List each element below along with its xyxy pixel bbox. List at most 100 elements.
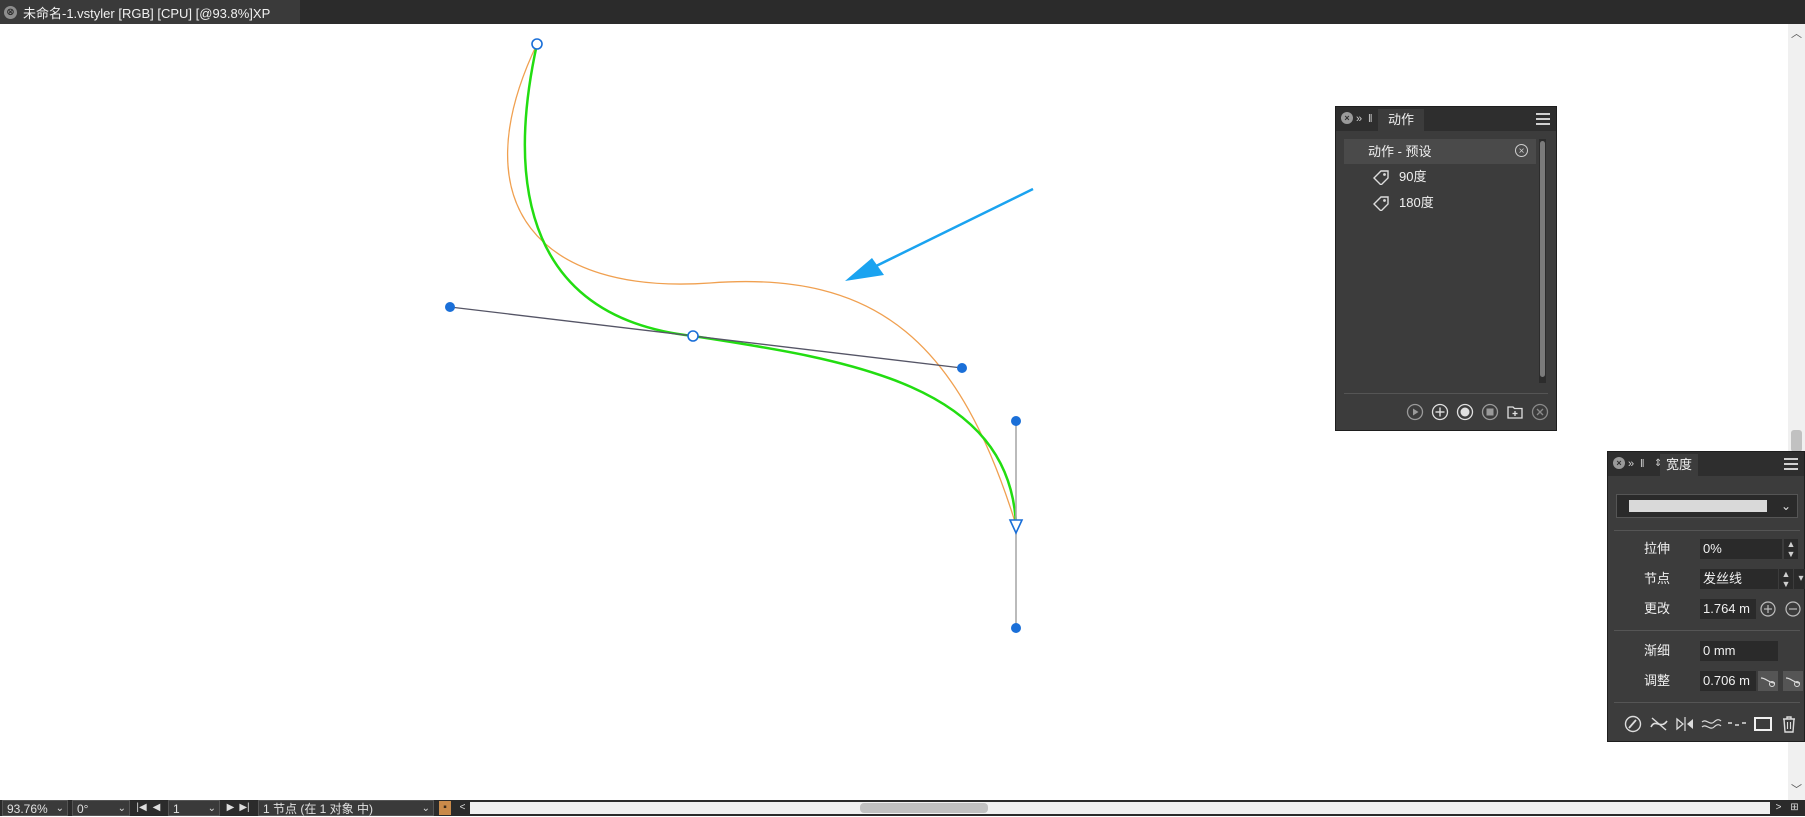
previous-page-icon[interactable]: ◀	[150, 801, 163, 815]
panel-menu-icon[interactable]	[1784, 458, 1798, 470]
panel-menu-icon[interactable]	[1536, 113, 1550, 125]
collapse-panel-icon[interactable]: »	[1356, 112, 1362, 126]
chevron-down-icon: ⌄	[117, 803, 126, 814]
handle-point-right[interactable]	[957, 363, 967, 373]
actions-scroll-thumb[interactable]	[1540, 141, 1545, 377]
status-bar: 93.76% ⌄ 0° ⌄ |◀ ◀ 1 ⌄ ▶ ▶| 1 节点 (在 1 对象…	[0, 800, 1805, 816]
new-folder-icon[interactable]	[1506, 403, 1524, 421]
action-item-180[interactable]: 180度	[1344, 190, 1536, 215]
chevron-down-icon: ⌄	[1780, 499, 1791, 513]
horizontal-scroll-thumb[interactable]	[860, 803, 988, 813]
decrease-width-icon[interactable]	[1783, 599, 1803, 619]
lock-icon[interactable]: ▪	[439, 801, 451, 815]
handle-point-top[interactable]	[1011, 416, 1021, 426]
stretch-row: 拉伸 0% ▲ ▼	[1608, 538, 1805, 560]
stretch-spinner-icon[interactable]: ▲ ▼	[1784, 539, 1798, 559]
change-row: 更改 1.764 m	[1608, 598, 1805, 620]
adjust-field[interactable]: 0.706 m	[1700, 671, 1756, 691]
document-tab[interactable]: ⊗ 未命名-1.vstyler [RGB] [CPU] [@93.8%]XP	[0, 0, 300, 24]
width-panel-header: × » ‖ ⇕ 宽度	[1608, 452, 1804, 476]
handle-point-bottom[interactable]	[1011, 623, 1021, 633]
adjust-row: 调整 0.706 m	[1608, 670, 1805, 692]
divider	[1614, 530, 1800, 531]
record-icon[interactable]	[1456, 403, 1474, 421]
selection-info: 1 节点 (在 1 对象 中)	[263, 802, 374, 816]
remove-group-icon[interactable]: ×	[1515, 144, 1528, 157]
tab-width[interactable]: 宽度	[1660, 454, 1699, 476]
divider	[1614, 630, 1800, 631]
panel-close-icon[interactable]: ×	[1341, 112, 1353, 124]
panel-close-icon[interactable]: ×	[1613, 457, 1625, 469]
change-field[interactable]: 1.764 m	[1700, 599, 1756, 619]
annotation-arrow-icon	[845, 187, 1034, 281]
panel-grip-icon[interactable]: ‖	[1368, 112, 1373, 126]
actions-panel-header: × » ‖ 动作	[1336, 107, 1556, 131]
scroll-right-icon[interactable]: >	[1772, 801, 1785, 815]
document-tab-title: 未命名-1.vstyler [RGB] [CPU] [@93.8%]XP	[23, 5, 271, 21]
handle-point-left[interactable]	[445, 302, 455, 312]
document-tab-bar: ⊗ 未命名-1.vstyler [RGB] [CPU] [@93.8%]XP	[0, 0, 1805, 24]
node-label: 节点	[1643, 571, 1670, 586]
collapse-panel-icon[interactable]: »	[1628, 457, 1634, 471]
width-profile-select[interactable]: ⌄	[1616, 494, 1798, 518]
action-item-label: 90度	[1399, 169, 1427, 184]
node-dropdown-icon[interactable]: ▾	[1794, 569, 1805, 589]
chevron-down-icon: ⌄	[207, 803, 216, 814]
scroll-up-icon[interactable]: ︿	[1788, 26, 1805, 42]
stop-icon[interactable]	[1481, 403, 1499, 421]
vertical-scroll-thumb[interactable]	[1791, 430, 1802, 452]
selection-info-select[interactable]: 1 节点 (在 1 对象 中) ⌄	[258, 800, 434, 816]
actions-scrollbar[interactable]	[1539, 139, 1546, 383]
selected-node[interactable]	[687, 330, 699, 342]
wave-icon[interactable]	[1700, 714, 1722, 734]
action-group-label: 动作 - 预设	[1368, 144, 1432, 159]
no-pressure-icon[interactable]	[1648, 714, 1670, 734]
first-page-icon[interactable]: |◀	[135, 801, 148, 815]
actions-footer	[1336, 399, 1558, 425]
increase-width-icon[interactable]	[1758, 599, 1778, 619]
width-tools-row	[1608, 711, 1805, 737]
next-page-icon[interactable]: ▶	[224, 801, 237, 815]
scroll-left-icon[interactable]: <	[456, 801, 469, 815]
actions-panel: × » ‖ 动作 动作 - 预设 × 90度 180度	[1335, 106, 1557, 431]
adjust-end-icon[interactable]	[1783, 671, 1803, 691]
action-group-preset[interactable]: 动作 - 预设 ×	[1344, 139, 1536, 164]
rotation-value: 0°	[77, 802, 89, 816]
last-page-icon[interactable]: ▶|	[238, 801, 251, 815]
tab-actions[interactable]: 动作	[1378, 109, 1425, 131]
navigator-icon[interactable]: ⊞	[1788, 801, 1801, 815]
adjust-start-icon[interactable]	[1758, 671, 1778, 691]
action-item-label: 180度	[1399, 195, 1434, 210]
page-value: 1	[173, 802, 180, 816]
add-icon[interactable]	[1431, 403, 1449, 421]
horizontal-scrollbar[interactable]	[470, 802, 1770, 814]
close-tab-icon[interactable]: ⊗	[4, 5, 17, 19]
rectangle-icon[interactable]	[1752, 714, 1774, 734]
node-width-field[interactable]: 发丝线	[1700, 569, 1778, 589]
chevron-down-icon: ⌄	[55, 803, 64, 814]
scroll-down-icon[interactable]: ﹀	[1788, 782, 1805, 798]
play-icon[interactable]	[1406, 403, 1424, 421]
stretch-field[interactable]: 0%	[1700, 539, 1782, 559]
panel-grip-icon[interactable]: ‖	[1640, 457, 1645, 471]
start-node[interactable]	[531, 38, 543, 50]
width-panel: × » ‖ ⇕ 宽度 ⌄ 拉伸 0% ▲ ▼ 节点 发丝线 ▲ ▼ ▾ 更改 1.7…	[1607, 451, 1805, 742]
pressure-icon[interactable]	[1622, 714, 1644, 734]
divider	[1614, 702, 1800, 703]
end-node-triangle[interactable]	[1008, 519, 1024, 535]
taper-row: 渐细 0 mm	[1608, 640, 1805, 662]
page-select[interactable]: 1 ⌄	[168, 800, 220, 816]
action-item-90[interactable]: 90度	[1344, 164, 1536, 189]
change-label: 更改	[1643, 601, 1670, 616]
taper-field[interactable]: 0 mm	[1700, 641, 1778, 661]
rotation-select[interactable]: 0° ⌄	[72, 800, 130, 816]
mirror-icon[interactable]	[1674, 714, 1696, 734]
actions-list: 动作 - 预设 × 90度 180度	[1344, 139, 1538, 399]
delete-icon[interactable]	[1531, 403, 1549, 421]
zoom-select[interactable]: 93.76% ⌄	[2, 800, 68, 816]
trash-icon[interactable]	[1778, 714, 1800, 734]
green-curve[interactable]	[523, 43, 1018, 526]
orange-curve[interactable]	[507, 43, 1017, 526]
node-spinner-icon[interactable]: ▲ ▼	[1779, 569, 1793, 589]
dash-icon[interactable]	[1726, 714, 1748, 734]
